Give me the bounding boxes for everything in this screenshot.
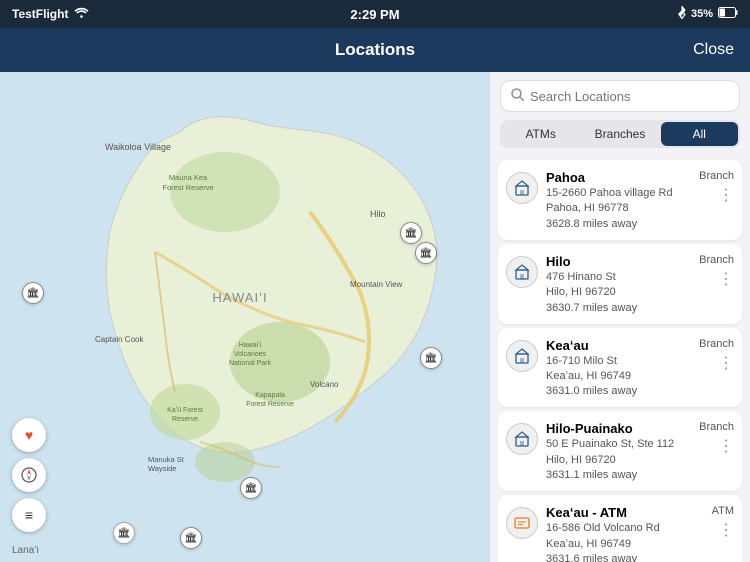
svg-text:Kapapala: Kapapala [255,392,285,399]
svg-text:Captain Cook: Captain Cook [95,335,144,344]
location-address-4: 50 E Puainako St, Ste 112Hilo, HI 96720 [546,437,691,468]
bluetooth-icon [677,6,686,22]
svg-text:Hilo: Hilo [370,209,386,219]
location-address-5: 16-586 Old Volcano RdKeaʻau, HI 96749 [546,521,704,552]
svg-text:Forest Reserve: Forest Reserve [246,401,294,408]
location-distance-1: 3628.8 miles away [546,218,691,230]
location-name-3: Keaʻau [546,338,691,353]
svg-text:Volcanoes: Volcanoes [234,351,267,358]
list-button[interactable]: ≡ [12,498,46,532]
compass-button[interactable] [12,458,46,492]
location-card-4[interactable]: Hilo-Puainako 50 E Puainako St, Ste 112H… [498,411,742,491]
location-list[interactable]: Pahoa 15-2660 Pahoa village RdPahoa, HI … [490,156,750,562]
svg-text:Mauna Kea: Mauna Kea [169,173,208,182]
status-time: 2:29 PM [350,7,399,22]
map-pin-manuka[interactable]: 🏛 [113,522,135,544]
location-right-2: Branch ⋮ [699,254,734,288]
location-card-1[interactable]: Pahoa 15-2660 Pahoa village RdPahoa, HI … [498,160,742,240]
location-right-4: Branch ⋮ [699,421,734,455]
location-info-3: Keaʻau 16-710 Milo StKeaʻau, HI 96749 36… [546,338,691,398]
location-info-1: Pahoa 15-2660 Pahoa village RdPahoa, HI … [546,170,691,230]
status-right: 35% [677,6,738,22]
close-button[interactable]: Close [693,41,734,59]
status-left: TestFlight [12,7,89,21]
location-type-3: Branch [699,338,734,350]
location-distance-4: 3631.1 miles away [546,469,691,481]
status-bar: TestFlight 2:29 PM 35% [0,0,750,28]
segment-branches[interactable]: Branches [581,122,658,146]
location-more-4[interactable]: ⋮ [718,439,734,455]
nav-title: Locations [335,40,415,60]
wifi-icon [74,7,89,21]
location-type-2: Branch [699,254,734,266]
segment-control: ATMs Branches All [500,120,740,148]
location-distance-3: 3631.0 miles away [546,385,691,397]
right-panel: ATMs Branches All Pahoa 15-2660 Pahoa vi… [490,72,750,562]
app-name: TestFlight [12,7,68,21]
map-section[interactable]: Waikoloa Village Mauna Kea Forest Reserv… [0,72,490,562]
battery-percent: 35% [691,8,713,20]
location-distance-2: 3630.7 miles away [546,302,691,314]
lanai-label: Lanaʻi [12,545,39,556]
svg-text:Hawaiʻi: Hawaiʻi [239,341,262,349]
location-more-5[interactable]: ⋮ [718,523,734,539]
nav-bar: Locations Close [0,28,750,72]
svg-text:National Park: National Park [229,360,272,367]
location-card-3[interactable]: Keaʻau 16-710 Milo StKeaʻau, HI 96749 36… [498,328,742,408]
search-icon [511,88,524,104]
main-content: Waikoloa Village Mauna Kea Forest Reserv… [0,72,750,562]
location-more-3[interactable]: ⋮ [718,356,734,372]
location-info-2: Hilo 476 Hinano StHilo, HI 96720 3630.7 … [546,254,691,314]
location-more-1[interactable]: ⋮ [718,188,734,204]
location-distance-5: 3631.6 miles away [546,553,704,562]
location-name-2: Hilo [546,254,691,269]
svg-text:Mountain View: Mountain View [350,280,403,289]
location-address-2: 476 Hinano StHilo, HI 96720 [546,270,691,301]
location-right-1: Branch ⋮ [699,170,734,204]
location-icon-2 [506,256,538,288]
location-card-5[interactable]: Keaʻau - ATM 16-586 Old Volcano RdKeaʻau… [498,495,742,562]
location-type-1: Branch [699,170,734,182]
svg-text:Wayside: Wayside [148,464,176,473]
location-info-5: Keaʻau - ATM 16-586 Old Volcano RdKeaʻau… [546,505,704,562]
location-name-5: Keaʻau - ATM [546,505,704,520]
svg-text:Volcano: Volcano [310,380,339,389]
waikoloa-label: Waikoloa Village [105,142,171,152]
location-icon-1 [506,172,538,204]
map-pin-2[interactable]: 🏛 [415,242,437,264]
location-type-5: ATM [712,505,734,517]
location-icon-4 [506,423,538,455]
search-input[interactable] [530,89,729,104]
location-info-4: Hilo-Puainako 50 E Puainako St, Ste 112H… [546,421,691,481]
location-address-1: 15-2660 Pahoa village RdPahoa, HI 96778 [546,186,691,217]
location-name-1: Pahoa [546,170,691,185]
map-pin-1[interactable]: 🏛 [400,222,422,244]
map-controls: ♥ ≡ [12,418,46,532]
heart-button[interactable]: ♥ [12,418,46,452]
map-pin-5[interactable]: 🏛 [240,477,262,499]
svg-text:HAWAIʻI: HAWAIʻI [212,290,267,305]
location-right-3: Branch ⋮ [699,338,734,372]
svg-text:Reserve: Reserve [172,416,198,423]
map-pin-6[interactable]: 🏛 [180,527,202,549]
location-more-2[interactable]: ⋮ [718,272,734,288]
svg-text:Forest Reserve: Forest Reserve [162,183,213,192]
search-bar[interactable] [500,80,740,112]
location-name-4: Hilo-Puainako [546,421,691,436]
location-right-5: ATM ⋮ [712,505,734,539]
location-type-4: Branch [699,421,734,433]
map-pin-3[interactable]: 🏛 [22,282,44,304]
map-pin-4[interactable]: 🏛 [420,347,442,369]
svg-text:Manuka St: Manuka St [148,455,185,464]
location-icon-3 [506,340,538,372]
location-address-3: 16-710 Milo StKeaʻau, HI 96749 [546,354,691,385]
battery-icon [718,7,738,21]
location-card-2[interactable]: Hilo 476 Hinano StHilo, HI 96720 3630.7 … [498,244,742,324]
segment-atm[interactable]: ATMs [502,122,579,146]
location-icon-5 [506,507,538,539]
segment-all[interactable]: All [661,122,738,146]
svg-text:Kaʻū Forest: Kaʻū Forest [167,406,203,414]
